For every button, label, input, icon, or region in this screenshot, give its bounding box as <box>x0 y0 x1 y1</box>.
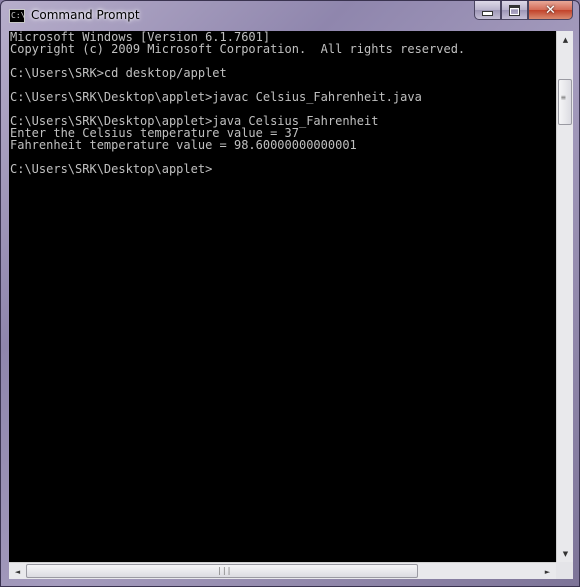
horizontal-scrollbar[interactable]: ◄ ||| ► <box>9 562 556 579</box>
maximize-button[interactable] <box>501 1 528 20</box>
minimize-icon <box>482 10 493 16</box>
window-title: Command Prompt <box>31 8 140 22</box>
caption-buttons: ✕ <box>474 1 573 21</box>
vertical-scroll-thumb[interactable]: ≡ <box>558 79 572 125</box>
console-icon[interactable]: C:\ <box>9 9 25 23</box>
vertical-grip-icon: ≡ <box>561 93 566 102</box>
console-line: C:\Users\SRK\Desktop\applet>javac Celsiu… <box>10 90 422 104</box>
title-bar[interactable]: C:\ Command Prompt ✕ <box>1 1 579 31</box>
console-output[interactable]: Microsoft Windows [Version 6.1.7601] Cop… <box>9 31 556 562</box>
vertical-scrollbar[interactable]: ▲ ≡ ▼ <box>556 31 573 562</box>
console-line: Copyright (c) 2009 Microsoft Corporation… <box>10 42 466 56</box>
scroll-up-icon[interactable]: ▲ <box>557 31 574 48</box>
command-prompt-window: C:\ Command Prompt ✕ Microsoft Windows [… <box>0 0 580 587</box>
horizontal-scroll-thumb[interactable]: ||| <box>26 564 418 578</box>
close-icon: ✕ <box>545 2 556 18</box>
maximize-icon <box>509 4 520 16</box>
console-text: Microsoft Windows [Version 6.1.7601] Cop… <box>9 31 556 175</box>
close-button[interactable]: ✕ <box>528 1 573 20</box>
scroll-right-icon[interactable]: ► <box>539 563 556 580</box>
console-line: C:\Users\SRK>cd desktop/applet <box>10 66 227 80</box>
scrollbar-corner <box>556 562 573 579</box>
console-line: C:\Users\SRK\Desktop\applet> <box>10 162 213 176</box>
horizontal-grip-icon: ||| <box>217 566 232 575</box>
console-line: Fahrenheit temperature value = 98.600000… <box>10 138 357 152</box>
scroll-down-icon[interactable]: ▼ <box>557 545 574 562</box>
scroll-left-icon[interactable]: ◄ <box>9 563 26 580</box>
minimize-button[interactable] <box>474 1 501 20</box>
